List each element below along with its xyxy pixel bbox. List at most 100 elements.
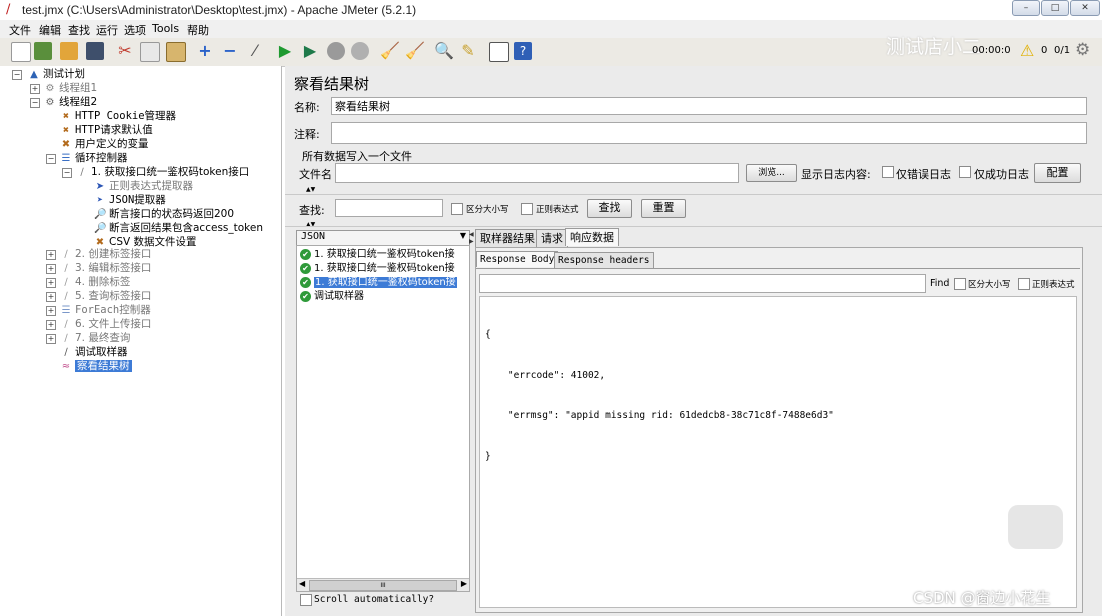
tree-expand-toggle[interactable]: + <box>46 320 56 330</box>
cut-icon[interactable]: ✂ <box>116 42 134 60</box>
tree-node-thread-group-2[interactable]: ⚙ 线程组2 <box>44 96 98 109</box>
case-sensitive-checkbox[interactable] <box>451 203 463 215</box>
save-icon[interactable] <box>86 42 104 60</box>
tree-expand-toggle[interactable]: + <box>46 292 56 302</box>
horizontal-scrollbar[interactable]: ◀ III ▶ <box>297 578 469 591</box>
copy-icon[interactable] <box>140 42 160 62</box>
configure-button[interactable]: 配置 <box>1034 163 1081 183</box>
tree-node-user-variables[interactable]: ✖ 用户定义的变量 <box>60 138 149 151</box>
csdn-watermark: CSDN @窗边小花生 <box>913 589 1051 607</box>
search-input[interactable] <box>335 199 443 217</box>
result-item[interactable]: ✔ 1. 获取接口统一鉴权码token接 <box>300 248 455 261</box>
filename-input[interactable] <box>335 163 739 183</box>
menu-run[interactable]: 运行 <box>96 22 118 38</box>
stop-icon[interactable] <box>327 42 345 60</box>
search-icon[interactable]: 🔍 <box>434 42 454 60</box>
menu-options[interactable]: 选项 <box>124 22 146 38</box>
tree-node-results-tree[interactable]: ≈ 察看结果树 <box>60 360 132 373</box>
tab-response-headers[interactable]: Response headers <box>554 252 654 268</box>
open-icon[interactable] <box>60 42 78 60</box>
tree-node-regex-extractor[interactable]: ➤ 正则表达式提取器 <box>94 180 193 193</box>
browse-button[interactable]: 浏览... <box>746 164 797 182</box>
tree-node-cookie-manager[interactable]: ✖ HTTP Cookie管理器 <box>60 110 176 123</box>
tree-node-status-assertion[interactable]: 🔎 断言接口的状态码返回200 <box>94 208 234 221</box>
tree-expand-toggle[interactable]: + <box>46 264 56 274</box>
menu-tools[interactable]: Tools <box>152 22 179 35</box>
shutdown-icon[interactable] <box>351 42 369 60</box>
collapse-icon[interactable]: − <box>221 42 239 60</box>
clear-icon[interactable]: 🧹 <box>380 42 400 60</box>
tab-sampler-result[interactable]: 取样器结果 <box>475 229 540 247</box>
tree-node-edit-tag[interactable]: ∕ 3. 编辑标签接口 <box>60 262 151 275</box>
results-list[interactable]: ✔ 1. 获取接口统一鉴权码token接 ✔ 1. 获取接口统一鉴权码token接 … <box>296 245 470 592</box>
response-case-checkbox[interactable] <box>954 278 966 290</box>
result-item-selected[interactable]: ✔ 1. 获取接口统一鉴权码token接 <box>300 276 457 289</box>
response-regex-checkbox[interactable] <box>1018 278 1030 290</box>
regex-checkbox[interactable] <box>521 203 533 215</box>
tree-expand-toggle[interactable]: + <box>46 334 56 344</box>
tab-response-data[interactable]: 响应数据 <box>565 228 619 246</box>
tree-node-foreach-controller[interactable]: ☰ ForEach控制器 <box>60 304 151 317</box>
menu-search[interactable]: 查找 <box>68 22 90 38</box>
maximize-button[interactable]: □ <box>1041 0 1069 16</box>
tree-node-token-assertion[interactable]: 🔎 断言返回结果包含access_token <box>94 222 263 235</box>
errors-only-checkbox[interactable] <box>882 166 894 178</box>
start-icon[interactable]: ▶ <box>276 42 294 60</box>
reset-button[interactable]: 重置 <box>641 199 686 218</box>
tree-expand-toggle[interactable]: + <box>30 84 40 94</box>
expand-icon[interactable]: + <box>196 42 214 60</box>
renderer-select[interactable]: JSON ▼ <box>296 230 470 246</box>
tree-node-token-sampler[interactable]: ∕ 1. 获取接口统一鉴权码token接口 <box>76 166 249 179</box>
result-item[interactable]: ✔ 1. 获取接口统一鉴权码token接 <box>300 262 455 275</box>
reset-search-icon[interactable]: ✎ <box>459 42 477 60</box>
help-icon[interactable]: ? <box>514 42 532 60</box>
name-input[interactable] <box>331 97 1087 115</box>
tree-collapse-toggle[interactable]: − <box>46 154 56 164</box>
menu-file[interactable]: 文件 <box>9 22 31 38</box>
toolbar: ✂ + − ⁄ ▶ ▶ 🧹 🧹 🔍 ✎ ? 测试店小二 00:00:0 ⚠ 0 … <box>0 36 1102 67</box>
paste-icon[interactable] <box>166 42 186 62</box>
tree-collapse-toggle[interactable]: − <box>30 98 40 108</box>
tree-node-query-tag[interactable]: ∕ 5. 查询标签接口 <box>60 290 151 303</box>
tree-expand-toggle[interactable]: + <box>46 250 56 260</box>
splitter-handle[interactable]: ◀ ▶ <box>469 231 474 591</box>
tree-node-test-plan[interactable]: ▲ 测试计划 <box>28 68 85 81</box>
tree-node-final-query[interactable]: ∕ 7. 最终查询 <box>60 332 130 345</box>
scroll-left-icon[interactable]: ◀ <box>299 579 305 588</box>
tree-collapse-toggle[interactable]: − <box>62 168 72 178</box>
tab-request[interactable]: 请求 <box>536 229 568 247</box>
tree-node-delete-tag[interactable]: ∕ 4. 删除标签 <box>60 276 130 289</box>
scroll-right-icon[interactable]: ▶ <box>461 579 467 588</box>
start-no-pauses-icon[interactable]: ▶ <box>301 42 319 60</box>
test-plan-tree[interactable]: − ▲ 测试计划 + ⚙ 线程组1 − ⚙ 线程组2 ✖ HTTP Cookie管理器 … <box>0 66 282 616</box>
new-icon[interactable] <box>11 42 31 62</box>
tab-response-body[interactable]: Response Body <box>476 251 559 267</box>
scroll-automatically-checkbox[interactable] <box>300 594 312 606</box>
tree-expand-toggle[interactable]: + <box>46 278 56 288</box>
tree-collapse-toggle[interactable]: − <box>12 70 22 80</box>
tree-node-thread-group-1[interactable]: ⚙ 线程组1 <box>44 82 98 95</box>
tree-node-http-defaults[interactable]: ✖ HTTP请求默认值 <box>60 124 153 137</box>
tree-expand-toggle[interactable]: + <box>46 306 56 316</box>
response-body-text[interactable]: { "errcode": 41002, "errmsg": "appid mis… <box>479 296 1077 608</box>
minimize-button[interactable]: – <box>1012 0 1040 16</box>
find-button[interactable]: 查找 <box>587 199 632 218</box>
comment-input[interactable] <box>331 122 1087 144</box>
splitter-handle[interactable]: ▲▼ <box>306 186 315 193</box>
response-find-input[interactable] <box>479 274 926 293</box>
tree-node-loop-controller[interactable]: ☰ 循环控制器 <box>60 152 128 165</box>
tree-node-debug-sampler[interactable]: ∕ 调试取样器 <box>60 346 127 359</box>
tree-node-create-tag[interactable]: ∕ 2. 创建标签接口 <box>60 248 151 261</box>
menu-help[interactable]: 帮助 <box>187 22 209 38</box>
close-button[interactable]: ✕ <box>1070 0 1100 16</box>
menu-edit[interactable]: 编辑 <box>39 22 61 38</box>
result-item[interactable]: ✔ 调试取样器 <box>300 290 364 303</box>
templates-icon[interactable] <box>34 42 52 60</box>
toggle-icon[interactable]: ⁄ <box>246 42 264 60</box>
scrollbar-thumb[interactable]: III <box>309 580 457 591</box>
tree-node-json-extractor[interactable]: ➤ JSON提取器 <box>94 194 166 207</box>
tree-node-file-upload[interactable]: ∕ 6. 文件上传接口 <box>60 318 151 331</box>
clear-all-icon[interactable]: 🧹 <box>405 42 425 60</box>
function-helper-icon[interactable] <box>489 42 509 62</box>
success-only-checkbox[interactable] <box>959 166 971 178</box>
